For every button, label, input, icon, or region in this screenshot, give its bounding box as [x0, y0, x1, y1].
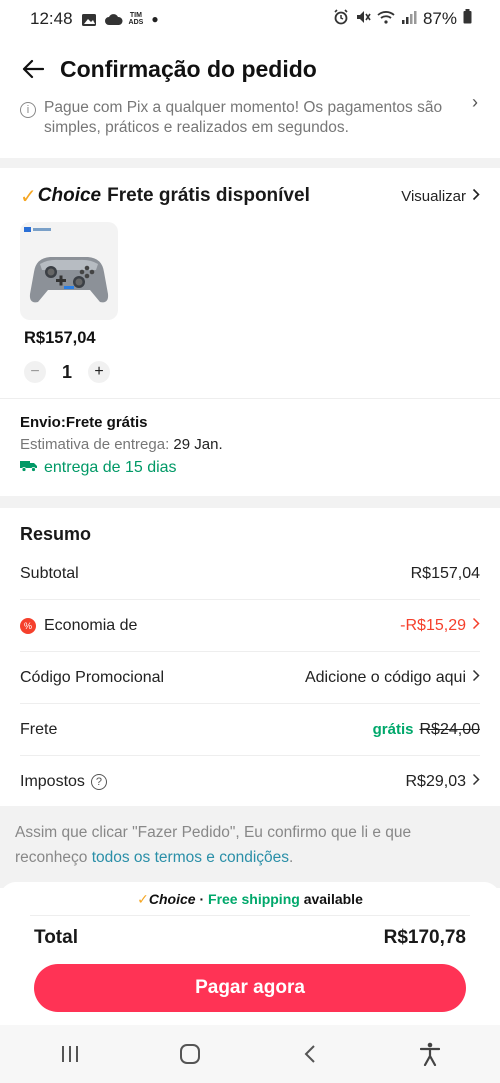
- chevron-right-icon: [472, 188, 480, 205]
- total-value: R$170,78: [383, 927, 466, 948]
- wifi-icon: [377, 9, 395, 29]
- promo-code-row[interactable]: Código Promocional Adicione o código aqu…: [20, 652, 480, 704]
- pix-payment-note[interactable]: i Pague com Pix a qualquer momento! Os p…: [0, 92, 500, 154]
- checkout-panel: ✓Choice · Free shipping available Total …: [0, 882, 500, 1024]
- divider: [0, 398, 500, 399]
- choice-check-icon: ✓: [137, 891, 149, 907]
- total-label: Total: [34, 927, 78, 948]
- battery-icon: [463, 9, 472, 29]
- shipping-info: Envio:Frete grátis Estimativa de entrega…: [20, 414, 480, 477]
- promo-value: Adicione o código aqui: [304, 668, 466, 686]
- cloud-icon: [104, 12, 123, 26]
- subtotal-label: Subtotal: [20, 564, 79, 582]
- mute-icon: [355, 9, 371, 30]
- savings-row[interactable]: % Economia de -R$15,29: [20, 600, 480, 652]
- gallery-icon: [81, 12, 97, 26]
- decrease-quantity-button[interactable]: −: [24, 361, 46, 383]
- choice-section: ✓ Choice Frete grátis disponível Visuali…: [0, 168, 500, 383]
- help-icon[interactable]: ?: [90, 774, 107, 790]
- divider: [30, 915, 470, 916]
- chevron-right-icon: [472, 773, 480, 791]
- taxes-label: Impostos: [20, 773, 85, 790]
- terms-link[interactable]: todos os termos e condições: [92, 849, 289, 866]
- section-gap: [0, 158, 500, 168]
- increase-quantity-button[interactable]: +: [88, 361, 110, 383]
- page-title: Confirmação do pedido: [60, 55, 317, 82]
- quantity-value: 1: [61, 361, 72, 382]
- info-icon: i: [20, 102, 36, 118]
- quantity-stepper: − 1 +: [24, 361, 110, 383]
- signal-icon: [401, 9, 417, 29]
- shipping-old-price: R$24,00: [419, 720, 481, 738]
- alarm-icon: [333, 8, 349, 30]
- shipping-cost-row: Frete grátis R$24,00: [20, 704, 480, 756]
- taxes-row[interactable]: Impostos ? R$29,03: [20, 756, 480, 808]
- subtotal-value: R$157,04: [410, 564, 480, 582]
- savings-label: Economia de: [44, 616, 138, 634]
- pix-note-text: Pague com Pix a qualquer momento! Os pag…: [44, 99, 443, 136]
- subtotal-row: Subtotal R$157,04: [20, 548, 480, 600]
- recent-apps-icon[interactable]: [50, 1034, 90, 1074]
- shipping-free-label: grátis: [372, 721, 414, 738]
- promo-label: Código Promocional: [20, 668, 165, 686]
- choice-check-icon: ✓: [20, 185, 37, 208]
- discount-badge-icon: %: [20, 617, 36, 634]
- choice-shipping-banner: ✓Choice · Free shipping available: [137, 891, 363, 907]
- view-button[interactable]: Visualizar: [401, 188, 480, 205]
- choice-logo: ✓ Choice: [20, 185, 102, 208]
- choice-shipping-title: Frete grátis disponível: [107, 185, 310, 206]
- app-header: Confirmação do pedido: [0, 44, 500, 94]
- delivery-days: entrega de 15 dias: [20, 459, 480, 477]
- product-price: R$157,04: [24, 329, 96, 347]
- delivery-estimate: Estimativa de entrega: 29 Jan.: [20, 436, 223, 453]
- chevron-right-icon: [472, 617, 480, 635]
- pay-now-button[interactable]: Pagar agora: [34, 964, 466, 1012]
- terms-notice: Assim que clicar "Fazer Pedido", Eu conf…: [0, 806, 500, 888]
- system-nav-bar: [0, 1025, 500, 1083]
- back-arrow-icon[interactable]: [20, 56, 46, 82]
- truck-icon: [20, 459, 38, 477]
- status-bar: 12:48 TIM ADS ● 87%: [0, 0, 500, 38]
- accessibility-icon[interactable]: [410, 1034, 450, 1074]
- chevron-right-icon: ›: [472, 92, 478, 112]
- section-gap: [0, 496, 500, 508]
- product-image[interactable]: [20, 222, 118, 320]
- shipping-title: Envio:Frete grátis: [20, 414, 148, 431]
- back-icon[interactable]: [290, 1034, 330, 1074]
- total-row: Total R$170,78: [34, 927, 466, 949]
- taxes-value: R$29,03: [405, 773, 467, 790]
- savings-value: -R$15,29: [400, 616, 466, 634]
- summary-title: Resumo: [20, 524, 92, 544]
- battery-level: 87%: [422, 9, 457, 28]
- status-time: 12:48: [30, 9, 73, 28]
- chevron-right-icon: [472, 669, 480, 687]
- carrier-label: TIM ADS: [128, 12, 144, 26]
- home-icon[interactable]: [170, 1034, 210, 1074]
- notification-dot-icon: ●: [151, 12, 159, 26]
- shipping-cost-label: Frete: [20, 720, 58, 738]
